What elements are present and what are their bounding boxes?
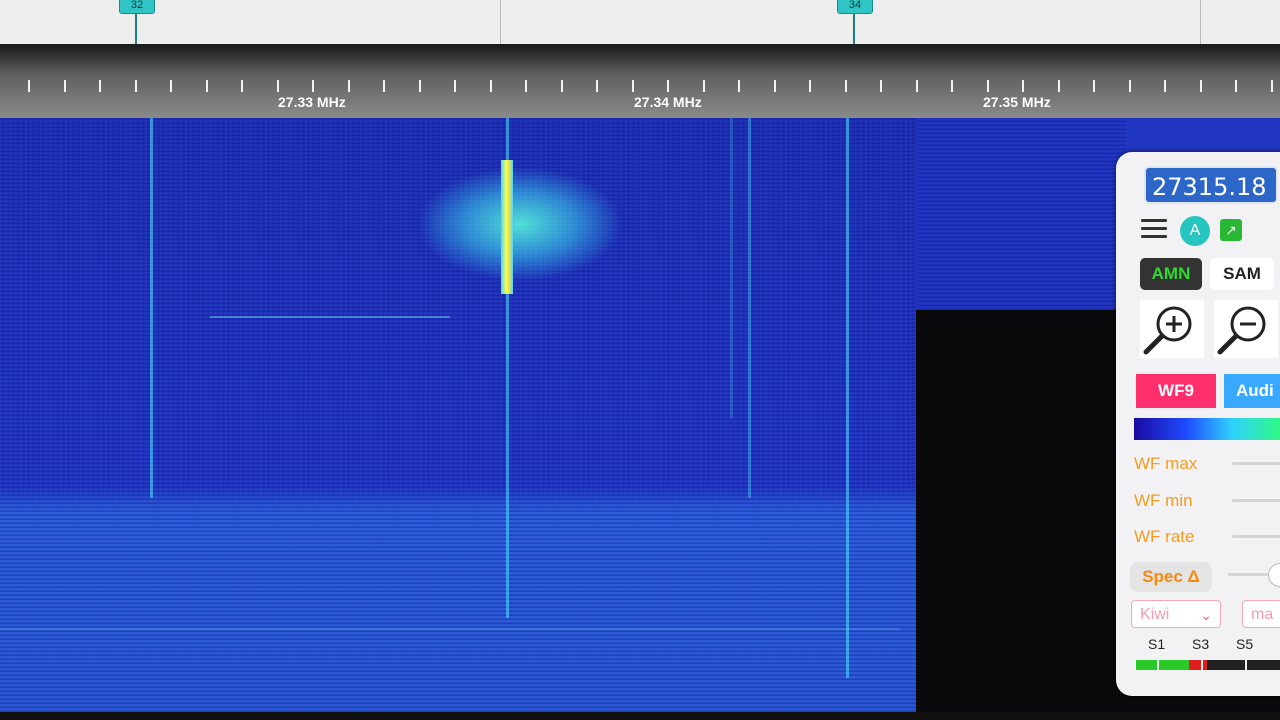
s-meter-tick bbox=[1245, 656, 1247, 676]
wf-min-label: WF min bbox=[1134, 491, 1193, 510]
signal-carrier bbox=[501, 160, 513, 294]
scale-tick bbox=[561, 80, 563, 92]
wf-max-label: WF max bbox=[1134, 454, 1198, 473]
s-meter-peak bbox=[1189, 660, 1207, 670]
scale-tick bbox=[312, 80, 314, 92]
scale-tick bbox=[1164, 80, 1166, 92]
band-bar: 32 34 bbox=[0, 0, 1280, 44]
band-divider bbox=[1200, 0, 1201, 44]
spec-slider-track bbox=[1228, 573, 1268, 576]
mode-sam-button[interactable]: SAM bbox=[1210, 258, 1274, 290]
scale-tick bbox=[490, 80, 492, 92]
marker-stem bbox=[853, 12, 855, 44]
scale-label: 27.33 MHz bbox=[278, 94, 346, 110]
scale-tick bbox=[632, 80, 634, 92]
scale-tick bbox=[99, 80, 101, 92]
wf-rate-label: WF rate bbox=[1134, 527, 1195, 546]
scale-tick bbox=[64, 80, 66, 92]
signal-trace bbox=[0, 628, 900, 630]
frequency-input[interactable]: 27315.18 bbox=[1144, 166, 1278, 204]
scale-tick bbox=[703, 80, 705, 92]
scale-tick bbox=[1271, 80, 1273, 92]
wf9-button[interactable]: WF9 bbox=[1136, 374, 1216, 408]
scale-tick bbox=[1022, 80, 1024, 92]
scale-tick bbox=[845, 80, 847, 92]
kiwi-select-value: Kiwi bbox=[1140, 606, 1170, 623]
signal-trace bbox=[210, 316, 450, 318]
signal-trace bbox=[150, 118, 153, 498]
s-meter-tick bbox=[1201, 656, 1203, 676]
scale-tick bbox=[135, 80, 137, 92]
scale-tick bbox=[1129, 80, 1131, 92]
smeter-label: S5 bbox=[1236, 636, 1254, 652]
scale-tick bbox=[809, 80, 811, 92]
s-meter-tick bbox=[1157, 656, 1159, 676]
scale-tick bbox=[987, 80, 989, 92]
zoom-out-icon bbox=[1217, 306, 1266, 355]
scale-tick bbox=[454, 80, 456, 92]
scale-tick bbox=[738, 80, 740, 92]
scale-tick bbox=[348, 80, 350, 92]
scale-tick bbox=[1200, 80, 1202, 92]
wf-rate-slider[interactable] bbox=[1232, 535, 1280, 538]
scale-tick bbox=[28, 80, 30, 92]
scale-tick bbox=[1058, 80, 1060, 92]
scale-tick bbox=[1093, 80, 1095, 92]
scale-tick bbox=[596, 80, 598, 92]
scale-tick bbox=[1235, 80, 1237, 92]
scale-tick bbox=[277, 80, 279, 92]
marker-stem bbox=[135, 12, 137, 44]
scale-tick bbox=[383, 80, 385, 92]
frequency-scale[interactable]: 27.33 MHz 27.34 MHz 27.35 MHz bbox=[0, 44, 1280, 118]
s-meter-level bbox=[1136, 660, 1189, 670]
band-divider bbox=[500, 0, 501, 44]
scale-tick bbox=[951, 80, 953, 92]
scale-tick bbox=[170, 80, 172, 92]
kiwi-select[interactable]: Kiwi ⌄ bbox=[1131, 600, 1221, 628]
mode-amn-button[interactable]: AMN bbox=[1140, 258, 1202, 290]
scale-label: 27.35 MHz bbox=[983, 94, 1051, 110]
bottom-edge bbox=[0, 712, 1280, 720]
wf-max-slider[interactable] bbox=[1232, 462, 1280, 465]
wf-min-slider[interactable] bbox=[1232, 499, 1280, 502]
frequency-marker[interactable]: 34 bbox=[837, 0, 873, 14]
scale-tick bbox=[916, 80, 918, 92]
scale-tick bbox=[774, 80, 776, 92]
signal-trace bbox=[730, 118, 733, 418]
zoom-out-button[interactable] bbox=[1214, 300, 1278, 358]
frequency-marker[interactable]: 32 bbox=[119, 0, 155, 14]
scale-tick bbox=[667, 80, 669, 92]
external-link-icon[interactable]: ↗ bbox=[1220, 219, 1242, 241]
a-icon[interactable]: A bbox=[1180, 216, 1210, 246]
scale-tick bbox=[419, 80, 421, 92]
smeter-label: S1 bbox=[1148, 636, 1166, 652]
smeter-label: S3 bbox=[1192, 636, 1210, 652]
spec-delta-button[interactable]: Spec Δ bbox=[1130, 562, 1212, 592]
signal-trace bbox=[748, 118, 751, 498]
zoom-in-button[interactable] bbox=[1140, 300, 1204, 358]
menu-icon[interactable] bbox=[1141, 219, 1167, 241]
scale-tick bbox=[880, 80, 882, 92]
scale-label: 27.34 MHz bbox=[634, 94, 702, 110]
audio-button[interactable]: Audi bbox=[1224, 374, 1280, 408]
signal-spread bbox=[420, 168, 620, 280]
ma-select[interactable]: ma bbox=[1242, 600, 1280, 628]
zoom-in-icon bbox=[1143, 306, 1192, 355]
waterfall-display-edge bbox=[916, 118, 1126, 310]
scale-tick bbox=[525, 80, 527, 92]
signal-trace bbox=[846, 118, 849, 678]
scale-tick bbox=[206, 80, 208, 92]
scale-tick bbox=[241, 80, 243, 92]
colormap-bar[interactable] bbox=[1134, 418, 1280, 440]
chevron-down-icon: ⌄ bbox=[1200, 607, 1212, 623]
